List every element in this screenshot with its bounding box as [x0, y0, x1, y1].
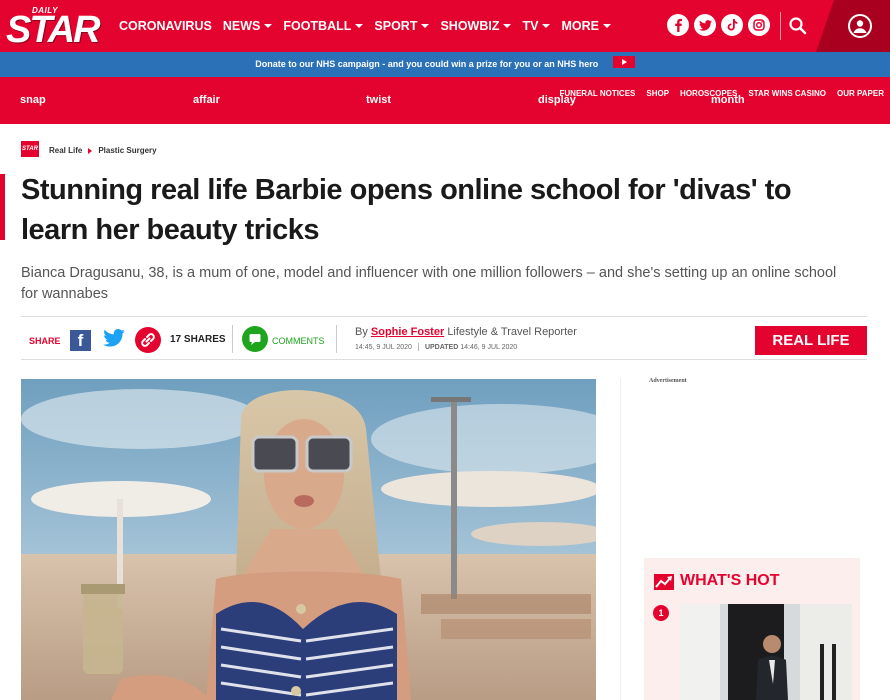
breadcrumb-plastic-surgery[interactable]: Plastic Surgery [98, 146, 156, 155]
account-icon[interactable] [848, 14, 872, 38]
social-links [667, 14, 775, 36]
copy-link-icon[interactable] [135, 327, 161, 353]
facebook-share-icon[interactable]: f [70, 330, 91, 351]
date-separator [417, 343, 419, 351]
sidebar-divider [620, 378, 621, 700]
published-date: 14:45, 9 JUL 2020 [355, 343, 412, 351]
main-menu: CORONAVIRUS NEWS FOOTBALL SPORT SHOWBIZ … [119, 0, 622, 52]
link-shop[interactable]: SHOP [635, 83, 669, 101]
breadcrumb: Real Life Plastic Surgery [49, 146, 157, 155]
whats-hot-panel: WHAT'S HOT 1 [644, 558, 860, 700]
search-icon[interactable] [788, 16, 808, 36]
section-button-real-life[interactable]: REAL LIFE [755, 326, 867, 355]
nav-label: SPORT [374, 19, 418, 33]
chevron-down-icon [421, 24, 430, 28]
daily-star-logo[interactable]: DAILY STAR [6, 4, 101, 50]
nav-label: MORE [561, 19, 599, 33]
instagram-icon[interactable] [748, 14, 770, 36]
nav-label: CORONAVIRUS [119, 19, 212, 33]
nav-item-more[interactable]: MORE [561, 19, 611, 33]
ticker-item[interactable]: month [711, 94, 745, 106]
share-divider [232, 325, 233, 353]
chevron-down-icon [542, 24, 551, 28]
tiktok-icon[interactable] [721, 14, 743, 36]
article-hero-image[interactable] [21, 379, 596, 700]
twitter-share-icon[interactable] [103, 329, 125, 351]
nav-item-news[interactable]: NEWS [223, 19, 273, 33]
comments-icon[interactable] [242, 326, 268, 352]
updated-label: UPDATED [424, 343, 459, 351]
trending-icon [654, 574, 674, 590]
secondary-bar: FUNERAL NOTICES SHOP HOROSCOPES STAR WIN… [0, 77, 890, 124]
link-label: STAR WINS CASINO [748, 89, 827, 98]
nav-divider [780, 12, 781, 40]
chevron-right-icon [88, 147, 93, 154]
nhs-campaign-banner[interactable]: Donate to our NHS campaign - and you cou… [0, 52, 890, 77]
link-our-paper[interactable]: OUR PAPER [826, 83, 884, 101]
share-divider [336, 325, 337, 353]
link-label: OUR PAPER [837, 89, 884, 98]
logo-star-text: STAR [6, 9, 101, 51]
nav-label: TV [522, 19, 539, 33]
facebook-icon[interactable] [667, 14, 689, 36]
nhs-banner-text: Donate to our NHS campaign - and you cou… [255, 59, 599, 69]
twitter-icon[interactable] [694, 14, 716, 36]
breadcrumb-logo[interactable]: STAR [21, 141, 39, 157]
share-bar: SHARE f 17 SHARES COMMENTS By Sophie Fos… [21, 316, 867, 360]
rank-number: 1 [653, 605, 669, 621]
nav-item-football[interactable]: FOOTBALL [283, 19, 364, 33]
byline-prefix: By [355, 326, 368, 338]
arrow-right-icon[interactable] [612, 55, 635, 68]
article-standfirst: Bianca Dragusanu, 38, is a mum of one, m… [21, 265, 837, 302]
article-dates: 14:45, 9 JUL 2020 UPDATED 14:46, 9 JUL 20… [355, 343, 517, 351]
ticker-item[interactable]: snap [20, 94, 46, 106]
author-link[interactable]: Sophie Foster [371, 326, 444, 338]
updated-date: 14:46, 9 JUL 2020 [460, 343, 518, 351]
top-navigation: DAILY STAR CORONAVIRUS NEWS FOOTBALL SPO… [0, 0, 890, 52]
advertisement-label: Advertisement [649, 378, 687, 384]
chevron-down-icon [355, 24, 364, 28]
link-star-wins-casino[interactable]: STAR WINS CASINO [737, 83, 826, 101]
whats-hot-thumbnail[interactable] [680, 604, 852, 700]
nav-item-coronavirus[interactable]: CORONAVIRUS [119, 19, 212, 33]
byline: By Sophie Foster Lifestyle & Travel Repo… [355, 326, 577, 338]
nav-label: SHOWBIZ [440, 19, 500, 33]
breadcrumb-real-life[interactable]: Real Life [49, 146, 82, 155]
chevron-down-icon [602, 24, 611, 28]
nav-label: FOOTBALL [283, 19, 352, 33]
chevron-down-icon [264, 24, 273, 28]
ticker-item[interactable]: display [538, 94, 576, 106]
share-label: SHARE [29, 336, 61, 346]
thumbnail-photo [680, 604, 852, 700]
share-count: 17 SHARES [170, 334, 226, 345]
headline-accent-bar [0, 174, 5, 240]
chevron-down-icon [503, 24, 512, 28]
nav-label: NEWS [222, 19, 261, 33]
nav-item-showbiz[interactable]: SHOWBIZ [440, 19, 512, 33]
author-role: Lifestyle & Travel Reporter [447, 326, 577, 338]
link-label: SHOP [646, 89, 670, 98]
nav-item-tv[interactable]: TV [522, 19, 551, 33]
whats-hot-title: WHAT'S HOT [680, 572, 780, 589]
article-headline: Stunning real life Barbie opens online s… [21, 174, 792, 246]
ticker-item[interactable]: affair [193, 94, 220, 106]
hero-photo [21, 379, 596, 700]
comments-link[interactable]: COMMENTS [272, 336, 325, 346]
nav-item-sport[interactable]: SPORT [374, 19, 430, 33]
ticker-item[interactable]: twist [366, 94, 391, 106]
